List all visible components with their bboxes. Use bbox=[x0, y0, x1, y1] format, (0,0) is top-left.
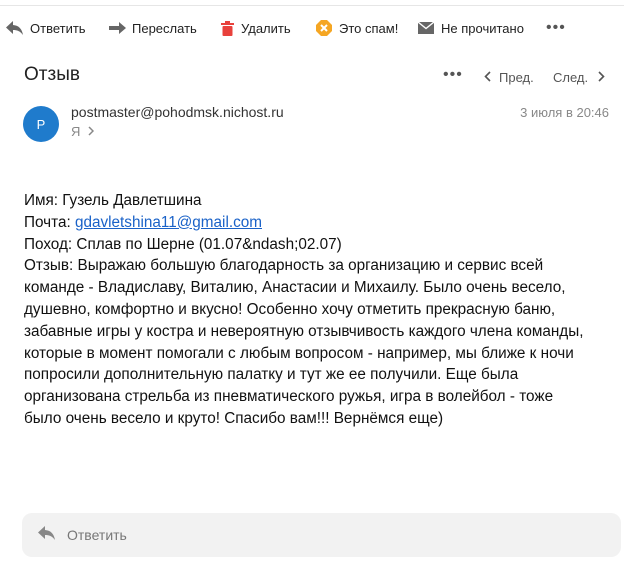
sender-avatar[interactable]: P bbox=[23, 106, 59, 142]
avatar-letter: P bbox=[36, 116, 46, 132]
delete-label: Удалить bbox=[241, 20, 291, 36]
forward-button[interactable]: Переслать bbox=[109, 12, 197, 44]
review-line: попросили дополнительную палатку и тут ж… bbox=[24, 366, 519, 384]
mark-unread-label: Не прочитано bbox=[441, 20, 524, 36]
review-line: было очень весело и круто! Спасибо вам!!… bbox=[24, 409, 444, 427]
mark-unread-button[interactable]: Не прочитано bbox=[418, 12, 524, 44]
spam-icon bbox=[316, 20, 332, 36]
recipient-label: Я bbox=[71, 124, 81, 139]
next-label: След. bbox=[553, 70, 589, 85]
reply-label: Ответить bbox=[30, 20, 86, 36]
more-actions-button[interactable]: ••• bbox=[546, 12, 566, 44]
email-line: Почта: gdavletshina11@gmail.com bbox=[24, 212, 620, 234]
reply-button[interactable]: Ответить bbox=[6, 12, 86, 44]
recipient-toggle[interactable]: Я bbox=[71, 124, 95, 139]
envelope-icon bbox=[418, 22, 434, 34]
prev-message-button[interactable]: Пред. bbox=[484, 70, 534, 85]
trash-icon bbox=[221, 20, 234, 36]
spam-button[interactable]: Это спам! bbox=[316, 12, 398, 44]
message-body: Имя: Гузель Давлетшина Почта: gdavletshi… bbox=[24, 190, 620, 430]
review-line: которые в момент помогали с любым вопрос… bbox=[24, 344, 574, 362]
top-divider bbox=[0, 0, 624, 6]
review-line: команде - Владиславу, Виталию, Анастасии… bbox=[24, 279, 566, 297]
chevron-right-icon bbox=[88, 124, 95, 139]
message-more-button[interactable]: ••• bbox=[443, 66, 463, 84]
chevron-right-icon bbox=[598, 70, 605, 85]
sender-address[interactable]: postmaster@pohodmsk.nichost.ru bbox=[71, 104, 284, 120]
email-prefix: Почта: bbox=[24, 213, 75, 231]
spam-label: Это спам! bbox=[339, 20, 399, 36]
message-date: 3 июля в 20:46 bbox=[520, 105, 609, 120]
trip-line: Поход: Сплав по Шерне (01.07&ndash;02.07… bbox=[24, 235, 342, 253]
review-line: забавные игры у костра и невероятную отз… bbox=[24, 322, 584, 340]
review-line: душевно, комфортно и вкусно! Особенно хо… bbox=[24, 300, 556, 318]
reply-icon bbox=[38, 525, 55, 545]
forward-label: Переслать bbox=[132, 20, 197, 36]
message-toolbar: Ответить Переслать Удалить Это спам! Не … bbox=[0, 12, 624, 44]
delete-button[interactable]: Удалить bbox=[221, 12, 291, 44]
review-line: Отзыв: Выражаю большую благодарность за … bbox=[24, 257, 544, 275]
quick-reply-label: Ответить bbox=[67, 527, 127, 543]
name-line: Имя: Гузель Давлетшина bbox=[24, 192, 202, 209]
forward-icon bbox=[109, 22, 126, 34]
more-dots-icon: ••• bbox=[546, 19, 566, 36]
email-link[interactable]: gdavletshina11@gmail.com bbox=[75, 214, 262, 231]
prev-label: Пред. bbox=[499, 70, 534, 85]
message-subject: Отзыв bbox=[24, 64, 80, 85]
chevron-left-icon bbox=[484, 70, 491, 85]
more-dots-icon: ••• bbox=[443, 66, 463, 83]
review-line: организована стрельба из пневматического… bbox=[24, 388, 554, 406]
next-message-button[interactable]: След. bbox=[553, 70, 605, 85]
reply-icon bbox=[6, 21, 23, 35]
quick-reply-box[interactable]: Ответить bbox=[22, 513, 621, 557]
